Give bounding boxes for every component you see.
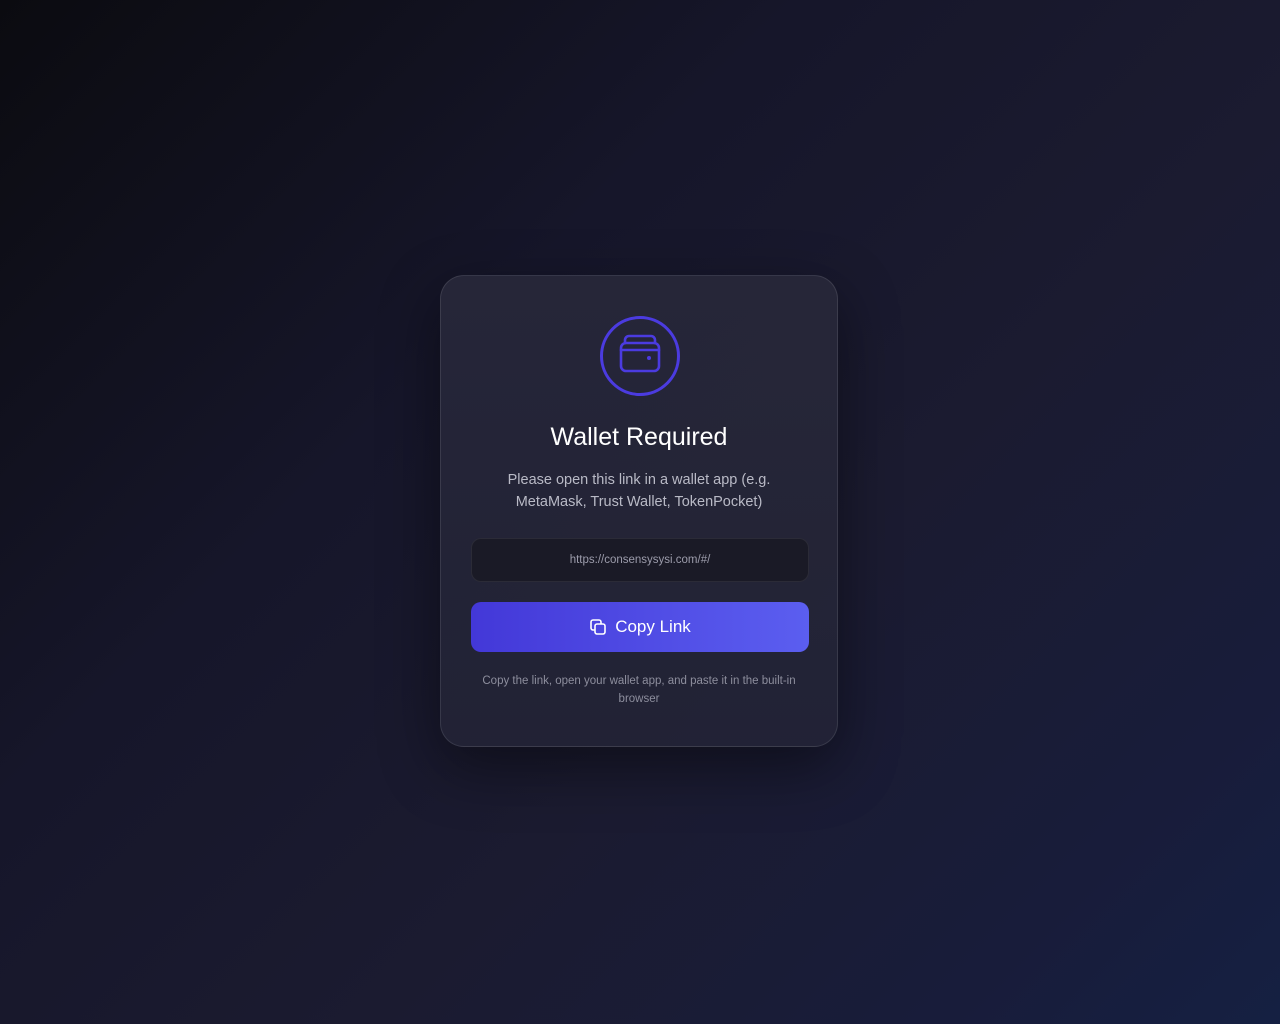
instruction-hint: Copy the link, open your wallet app, and… [482, 675, 796, 705]
copy-link-button[interactable]: Copy Link [471, 602, 809, 652]
wallet-icon-circle [600, 316, 680, 396]
copy-link-label: Copy Link [615, 617, 691, 636]
page-title: Wallet Required [550, 423, 728, 451]
copy-icon [589, 618, 607, 636]
link-url-field[interactable]: https://consensysysi.com/#/ [471, 538, 809, 582]
wallet-icon [618, 334, 662, 379]
description-text: Please open this link in a wallet app (e… [507, 472, 771, 510]
wallet-required-card: Wallet Required Please open this link in… [440, 275, 838, 747]
